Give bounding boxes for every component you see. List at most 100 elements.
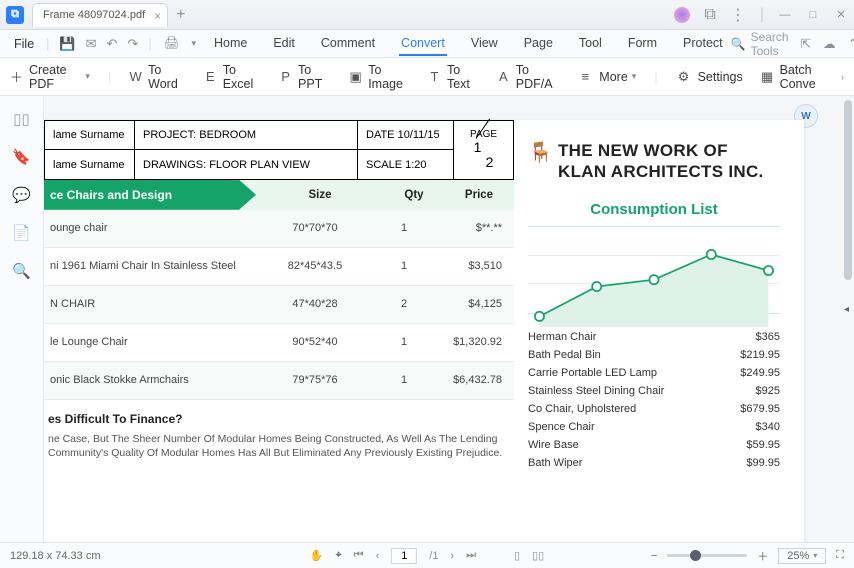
tab-title: Frame 48097024.pdf xyxy=(43,9,145,21)
search-tools[interactable]: 🔍 Search Tools xyxy=(731,30,789,58)
document-viewport[interactable]: W lame Surname PROJECT: BEDROOM DATE 10/… xyxy=(44,96,854,542)
product-table: ounge chair70*70*701$**.** ni 1961 Miami… xyxy=(44,210,514,400)
popout-icon[interactable]: ⧉ xyxy=(704,6,715,24)
app-icon: ⧉ xyxy=(6,6,24,24)
col-price: Price xyxy=(444,189,514,201)
tab-convert[interactable]: Convert xyxy=(399,32,447,56)
list-item: Bath Wiper$99.95 xyxy=(528,454,780,472)
list-item: Spence Chair$340 xyxy=(528,418,780,436)
close-tab-icon[interactable]: × xyxy=(154,9,161,23)
cell: SCALE 1:20 xyxy=(358,150,454,179)
two-page-icon[interactable]: ▯▯ xyxy=(532,549,544,562)
search-placeholder: Search Tools xyxy=(751,30,789,58)
word-icon: W xyxy=(129,69,142,85)
vertical-scrollbar[interactable] xyxy=(844,100,852,280)
print-icon[interactable]: 🖨 xyxy=(164,36,180,51)
hand-tool-icon[interactable]: ✋ xyxy=(310,549,324,562)
table-row: onic Black Stokke Armchairs79*75*761$6,4… xyxy=(44,362,514,400)
tab-form[interactable]: Form xyxy=(626,32,659,56)
consumption-chart xyxy=(528,226,780,314)
zoom-percent[interactable]: 25%▾ xyxy=(778,548,826,564)
menubar: File | 💾 ✉ ↶ ↷ | 🖨 ▾ Home Edit Comment C… xyxy=(0,30,854,58)
status-bar: 129.18 x 74.33 cm ✋ ⌖ ⏮ ‹ /1 › ⏭ ▯ ▯▯ − … xyxy=(0,542,854,568)
excel-icon: E xyxy=(204,69,217,85)
tab-tool[interactable]: Tool xyxy=(577,32,604,56)
save-icon[interactable]: 💾 xyxy=(59,36,75,52)
batch-convert-button[interactable]: ▦Batch Conve› xyxy=(761,63,844,91)
new-tab-button[interactable]: + xyxy=(176,6,185,24)
image-icon: ▣ xyxy=(349,69,362,85)
minimize-button[interactable]: — xyxy=(778,9,792,21)
kebab-icon[interactable]: ⋮ xyxy=(730,5,746,25)
plus-icon: ＋ xyxy=(10,69,23,85)
next-page-icon[interactable]: › xyxy=(450,550,454,562)
maximize-button[interactable]: □ xyxy=(806,9,820,21)
first-page-icon[interactable]: ⏮ xyxy=(354,549,364,562)
thumbnails-icon[interactable]: ▯▯ xyxy=(13,110,30,128)
last-page-icon[interactable]: ⏭ xyxy=(466,549,476,562)
settings-button[interactable]: ⚙Settings xyxy=(676,69,743,85)
cloud-icon[interactable]: ☁ xyxy=(823,36,836,51)
file-menu[interactable]: File xyxy=(8,37,40,51)
comment-panel-icon[interactable]: 💬 xyxy=(12,186,31,204)
table-row: ni 1961 Miami Chair In Stainless Steel82… xyxy=(44,248,514,286)
section-header-row: ce Chairs and Design Size Qty Price xyxy=(44,180,514,210)
chevron-right-icon: › xyxy=(841,72,844,82)
zoom-in-icon[interactable]: ＋ xyxy=(757,548,768,564)
menu-tabs: Home Edit Comment Convert View Page Tool… xyxy=(212,32,725,56)
page-input[interactable] xyxy=(391,548,417,564)
prev-page-icon[interactable]: ‹ xyxy=(376,550,380,562)
redo-icon[interactable]: ↷ xyxy=(127,36,138,52)
list-item: Bath Pedal Bin$219.95 xyxy=(528,346,780,364)
zoom-slider[interactable] xyxy=(667,554,747,557)
more-icon: ≡ xyxy=(577,69,593,85)
single-page-icon[interactable]: ▯ xyxy=(514,549,520,562)
to-text-button[interactable]: TTo Text xyxy=(428,63,479,91)
list-item: Carrie Portable LED Lamp$249.95 xyxy=(528,364,780,382)
document-tab[interactable]: Frame 48097024.pdf × xyxy=(32,3,168,27)
search-panel-icon[interactable]: 🔍 xyxy=(12,262,31,280)
col-qty: Qty xyxy=(384,189,444,201)
list-item: Wire Base$59.95 xyxy=(528,436,780,454)
to-ppt-button[interactable]: PTo PPT xyxy=(279,63,331,91)
ppt-icon: P xyxy=(279,69,292,85)
ai-icon[interactable] xyxy=(674,7,690,23)
mail-icon[interactable]: ✉ xyxy=(86,36,97,52)
page-dimensions: 129.18 x 74.33 cm xyxy=(10,550,101,562)
more-button[interactable]: ≡More▾ xyxy=(577,69,636,85)
attachment-icon[interactable]: 📄 xyxy=(12,224,31,242)
zoom-out-icon[interactable]: − xyxy=(651,550,657,562)
table-row: N CHAIR47*40*282$4,125 xyxy=(44,286,514,324)
section-title: ce Chairs and Design xyxy=(44,180,256,210)
close-window-button[interactable]: ✕ xyxy=(834,8,848,21)
tab-edit[interactable]: Edit xyxy=(271,32,297,56)
to-pdfa-button[interactable]: ATo PDF/A xyxy=(497,63,560,91)
paragraph-heading: es Difficult To Finance? xyxy=(48,412,514,426)
tab-page[interactable]: Page xyxy=(522,32,555,56)
zoom-thumb[interactable] xyxy=(690,550,701,561)
cell: DRAWINGS: FLOOR PLAN VIEW xyxy=(135,150,358,179)
to-image-button[interactable]: ▣To Image xyxy=(349,63,410,91)
table-row: le Lounge Chair90*52*401$1,320.92 xyxy=(44,324,514,362)
undo-icon[interactable]: ↶ xyxy=(107,36,118,52)
tab-home[interactable]: Home xyxy=(212,32,249,56)
tab-protect[interactable]: Protect xyxy=(681,32,725,56)
expand-right-handle[interactable]: ◂ xyxy=(844,304,854,318)
project-header-table: lame Surname PROJECT: BEDROOM DATE 10/11… xyxy=(44,120,514,180)
tab-comment[interactable]: Comment xyxy=(319,32,377,56)
page-cell: PAGE 1 2 xyxy=(454,121,514,180)
pdfa-icon: A xyxy=(497,69,510,85)
chair-icon: 🪑 xyxy=(528,140,546,165)
share-icon[interactable]: ⇱ xyxy=(801,36,811,51)
create-pdf-button[interactable]: ＋ Create PDF ▾ xyxy=(10,63,90,91)
bookmark-icon[interactable]: 🔖 xyxy=(12,148,31,166)
select-tool-icon[interactable]: ⌖ xyxy=(335,549,341,562)
to-word-button[interactable]: WTo Word xyxy=(129,63,186,91)
tab-view[interactable]: View xyxy=(469,32,500,56)
chevron-down-icon: ▾ xyxy=(632,71,637,82)
print-caret-icon[interactable]: ▾ xyxy=(191,38,196,49)
pdf-page: lame Surname PROJECT: BEDROOM DATE 10/11… xyxy=(44,120,804,542)
fit-page-icon[interactable]: ⛶ xyxy=(836,549,844,562)
to-excel-button[interactable]: ETo Excel xyxy=(204,63,261,91)
collapse-ribbon-icon[interactable]: ⌃ xyxy=(848,36,854,51)
